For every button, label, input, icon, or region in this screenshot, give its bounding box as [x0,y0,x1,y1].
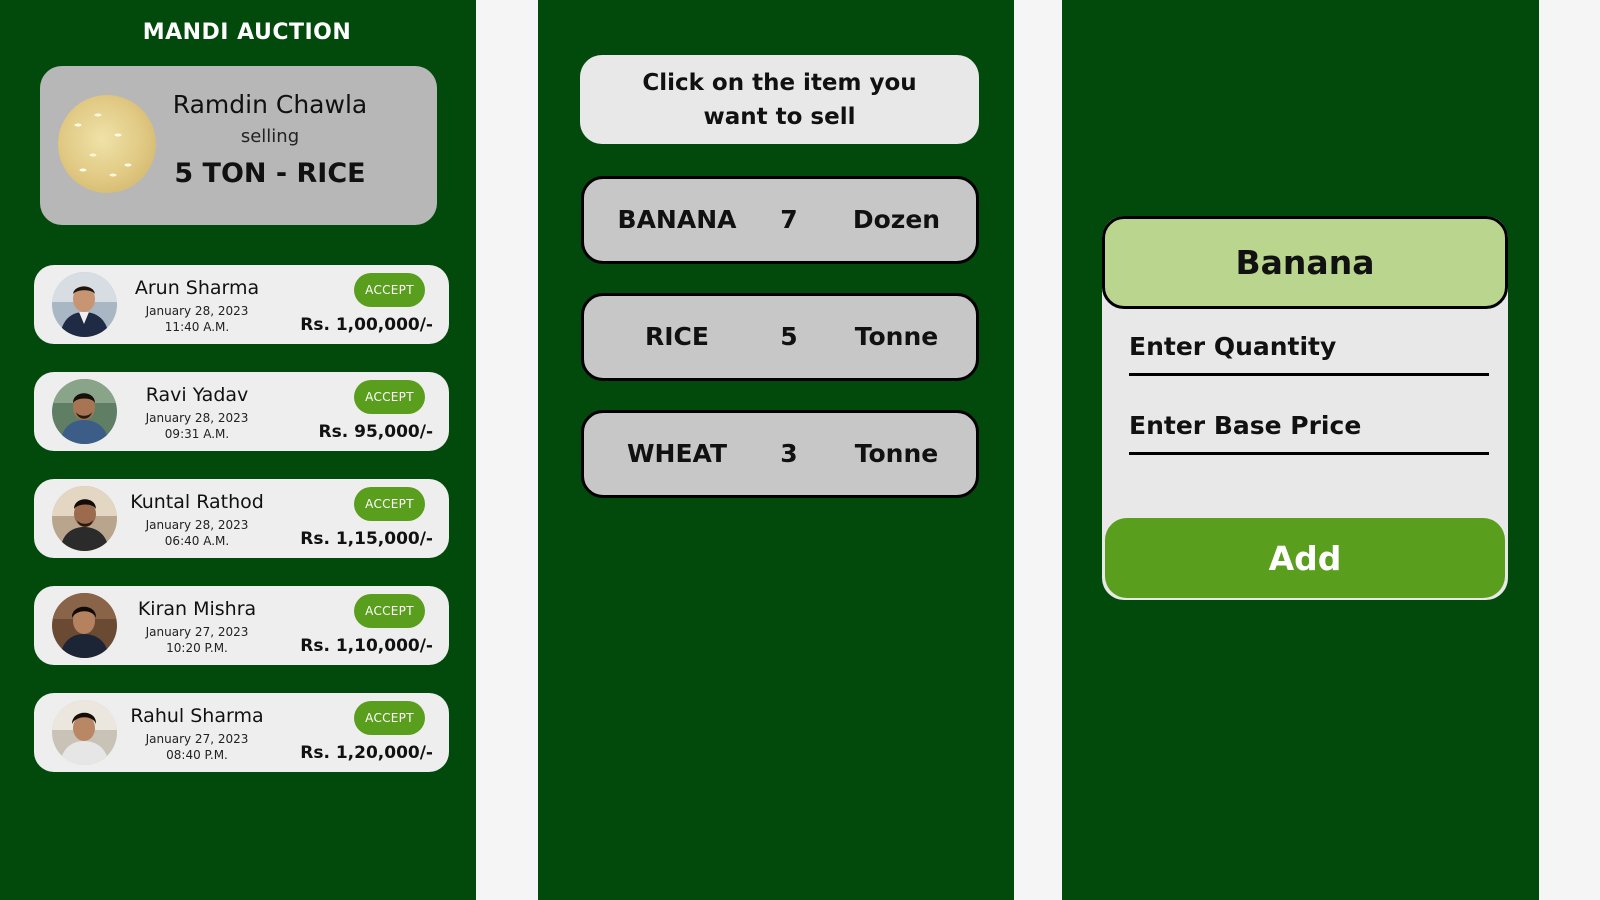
bid-date: January 28, 2023 [145,411,249,425]
item-row-wheat[interactable]: WHEAT 3 Tonne [581,410,979,498]
accept-button[interactable]: ACCEPT [354,273,425,307]
bid-card: Kiran Mishra January 27, 2023 10:20 P.M.… [34,586,449,665]
item-row-banana[interactable]: BANANA 7 Dozen [581,176,979,264]
app-title: MANDI AUCTION [142,20,352,45]
bidder-name: Arun Sharma [134,277,260,299]
item-row-rice[interactable]: RICE 5 Tonne [581,293,979,381]
item-name: RICE [645,322,709,351]
accept-button[interactable]: ACCEPT [354,701,425,735]
avatar [52,379,117,444]
bid-date: January 28, 2023 [145,304,249,318]
instruction-text: Click on the item you want to sell [580,55,979,144]
auction-panel: MANDI AUCTION Ramdin Chawla selling 5 TO… [0,0,476,900]
bid-time: 09:31 A.M. [164,427,230,441]
bid-amount: Rs. 1,10,000/- [300,636,433,656]
seller-card: Ramdin Chawla selling 5 TON - RICE [40,66,437,225]
item-name: BANANA [617,205,737,234]
quantity-input[interactable]: Enter Quantity [1129,332,1489,376]
bid-date: January 27, 2023 [145,625,249,639]
sell-item-panel: Click on the item you want to sell BANAN… [538,0,1014,900]
bidder-name: Kuntal Rathod [130,491,264,513]
bid-amount: Rs. 1,20,000/- [300,743,433,763]
accept-button[interactable]: ACCEPT [354,487,425,521]
item-unit: Tonne [854,439,939,468]
form-item-title: Banana [1102,216,1508,309]
add-item-form: Banana Enter Quantity Enter Base Price A… [1102,216,1508,600]
bid-time: 06:40 A.M. [164,534,230,548]
accept-button[interactable]: ACCEPT [354,594,425,628]
avatar [52,700,117,765]
seller-name: Ramdin Chawla [172,90,368,119]
item-quantity: 3 [780,439,798,468]
bid-time: 11:40 A.M. [164,320,230,334]
bidder-name: Ravi Yadav [145,384,249,406]
bid-date: January 28, 2023 [145,518,249,532]
bid-card: Arun Sharma January 28, 2023 11:40 A.M. … [34,265,449,344]
bid-amount: Rs. 1,00,000/- [300,315,433,335]
bidder-name: Kiran Mishra [137,598,257,620]
base-price-input[interactable]: Enter Base Price [1129,411,1489,455]
add-button[interactable]: Add [1105,518,1505,598]
bid-time: 10:20 P.M. [166,641,228,655]
avatar [52,272,117,337]
item-unit: Tonne [854,322,939,351]
bid-time: 08:40 P.M. [166,748,228,762]
seller-product: 5 TON - RICE [174,158,366,189]
bid-list: Arun Sharma January 28, 2023 11:40 A.M. … [34,265,449,800]
bidder-name: Rahul Sharma [130,705,264,727]
avatar [52,486,117,551]
avatar [52,593,117,658]
item-name: WHEAT [626,439,728,468]
accept-button[interactable]: ACCEPT [354,380,425,414]
selling-label: selling [240,126,300,147]
item-quantity: 7 [780,205,798,234]
bid-card: Kuntal Rathod January 28, 2023 06:40 A.M… [34,479,449,558]
item-quantity: 5 [780,322,798,351]
rice-grains-image [58,95,156,193]
add-item-panel: Banana Enter Quantity Enter Base Price A… [1062,0,1539,900]
bid-date: January 27, 2023 [145,732,249,746]
bid-card: Ravi Yadav January 28, 2023 09:31 A.M. A… [34,372,449,451]
bid-card: Rahul Sharma January 27, 2023 08:40 P.M.… [34,693,449,772]
bid-amount: Rs. 95,000/- [318,422,433,442]
bid-amount: Rs. 1,15,000/- [300,529,433,549]
item-unit: Dozen [852,205,941,234]
